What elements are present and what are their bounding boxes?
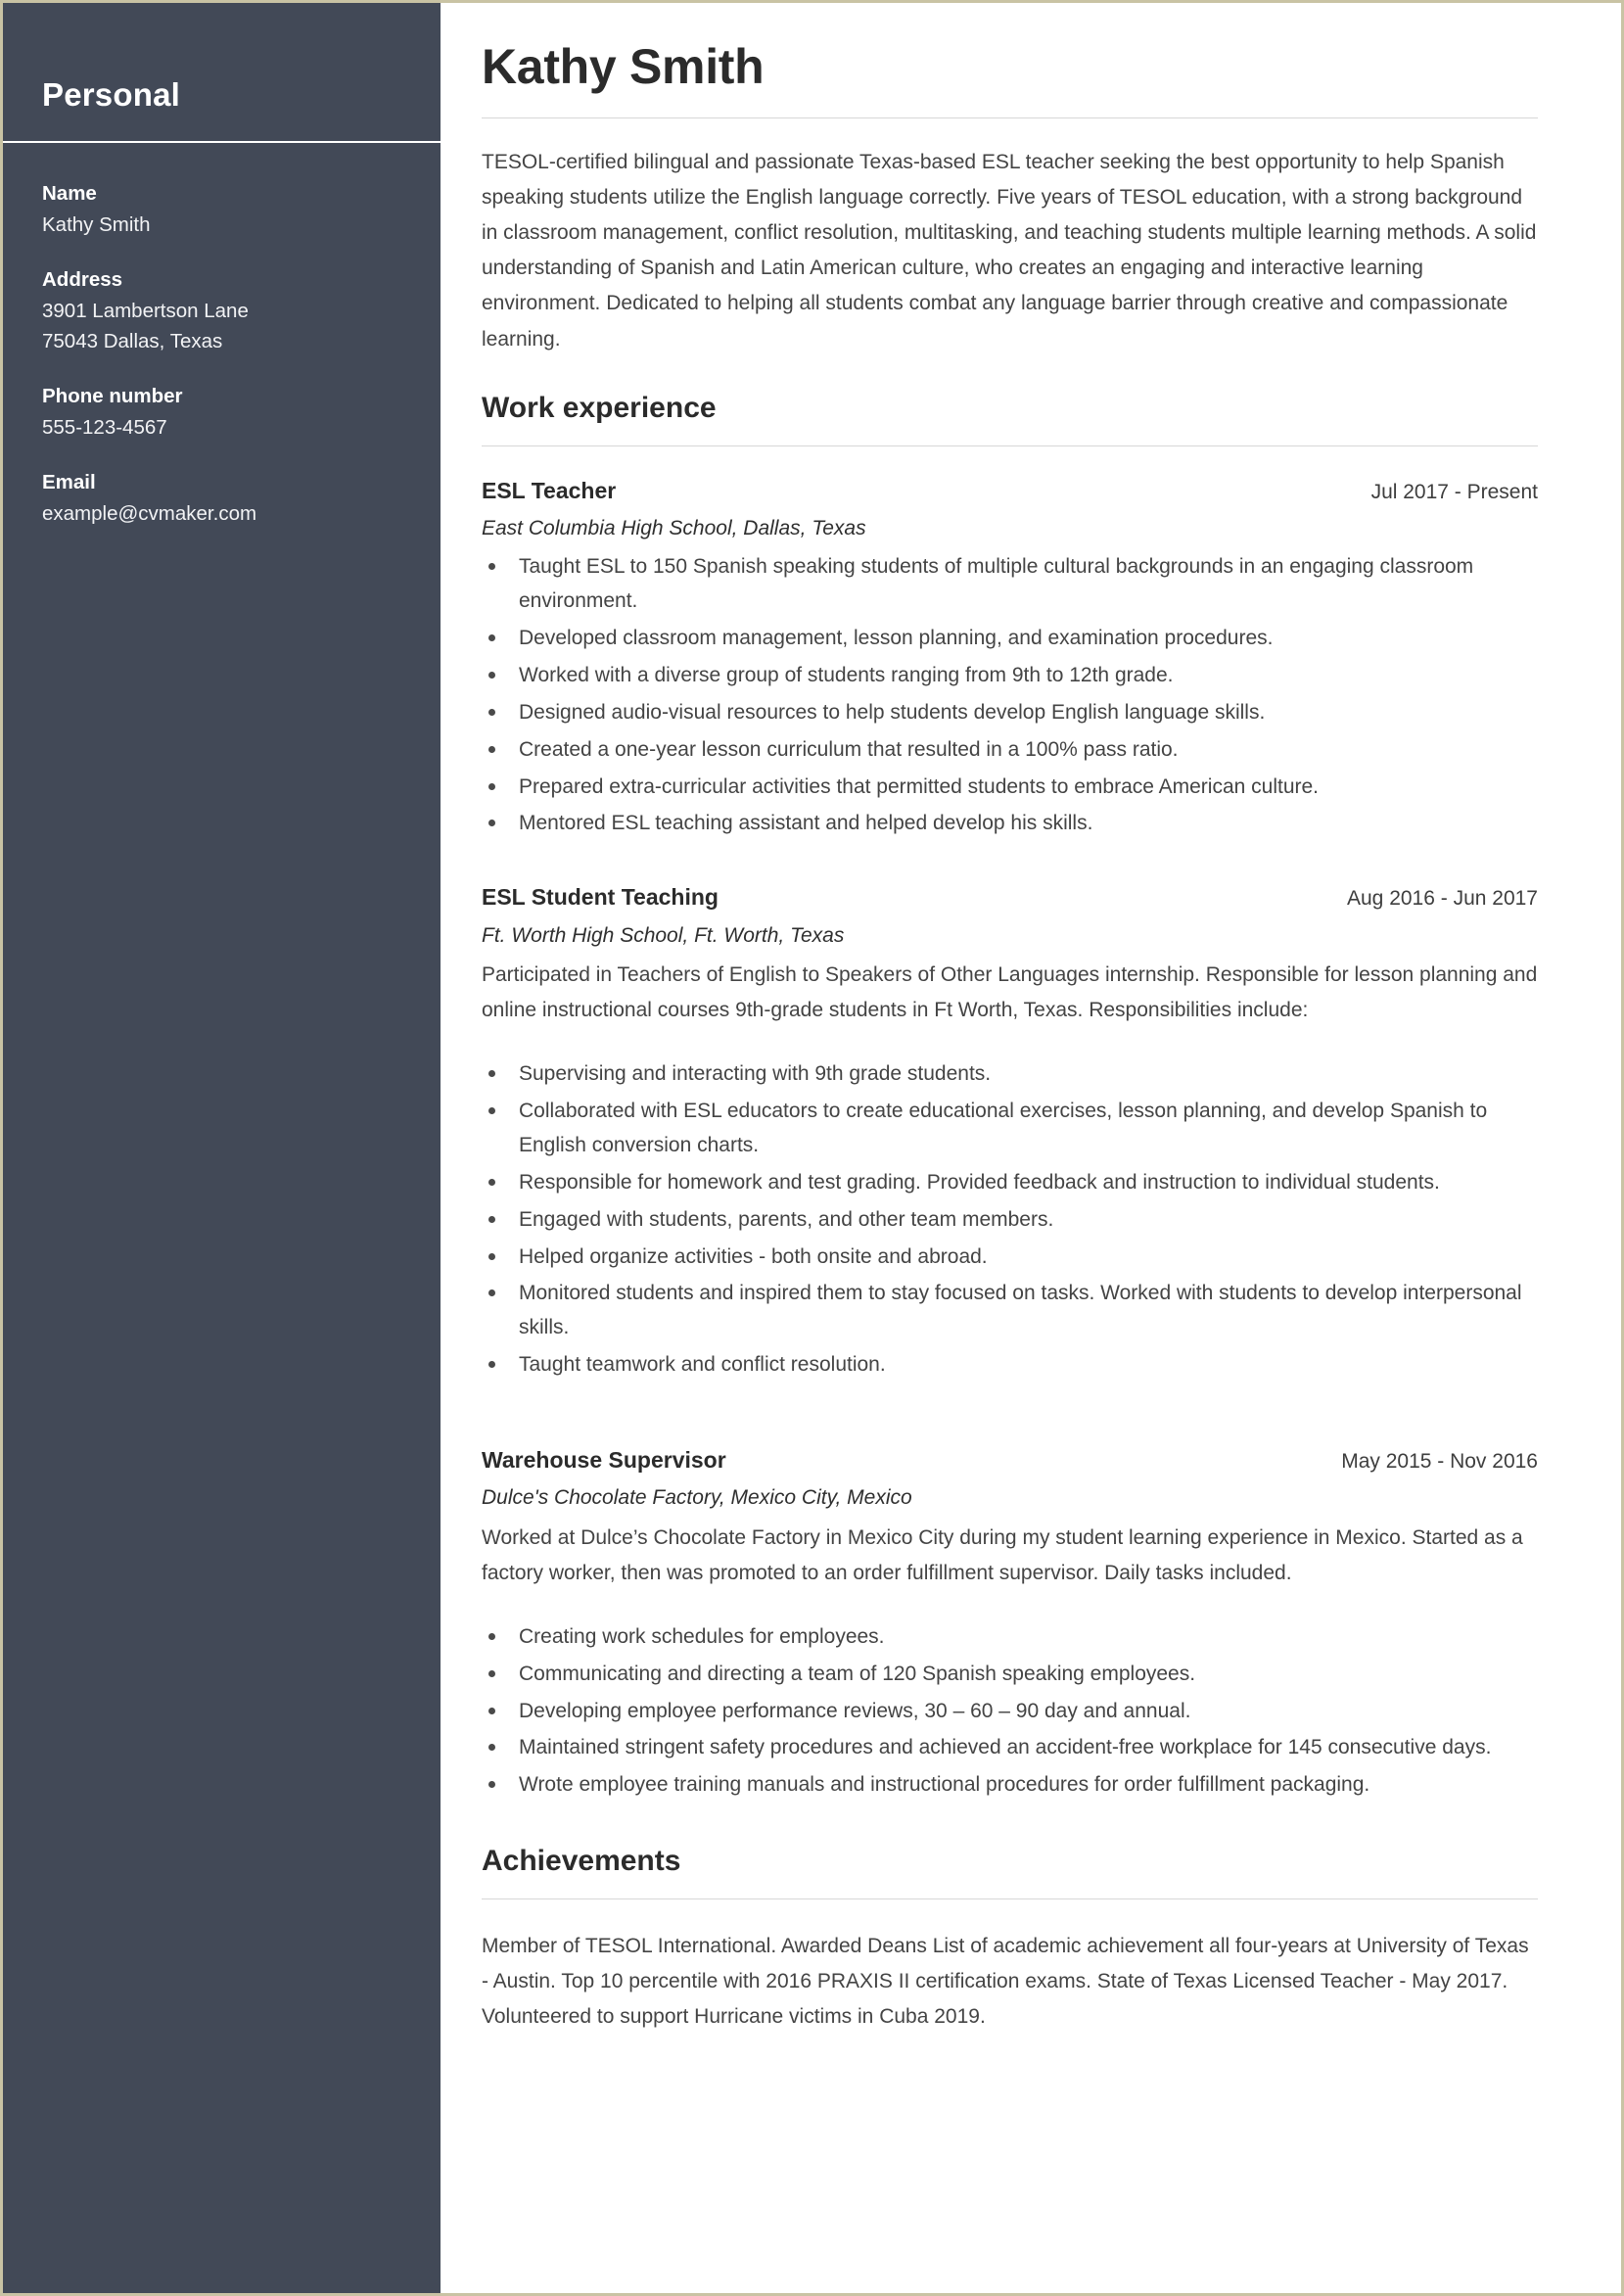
personal-field-phone: Phone number 555-123-4567 bbox=[42, 382, 401, 443]
list-item: Engaged with students, parents, and othe… bbox=[482, 1203, 1538, 1238]
personal-field-email: Email example@cvmaker.com bbox=[42, 468, 401, 529]
job-description: Worked at Dulce’s Chocolate Factory in M… bbox=[482, 1525, 1523, 1584]
resume-main-content: Kathy Smith TESOL-certified bilingual an… bbox=[441, 3, 1621, 2293]
list-item: Developed classroom management, lesson p… bbox=[482, 622, 1538, 656]
list-item: Creating work schedules for employees. bbox=[482, 1620, 1538, 1655]
list-item: Designed audio-visual resources to help … bbox=[482, 696, 1538, 730]
field-value-name: Kathy Smith bbox=[42, 212, 151, 236]
job-company: Ft. Worth High School, Ft. Worth, Texas bbox=[482, 923, 845, 947]
section-title-achievements: Achievements bbox=[482, 1845, 681, 1878]
job-dates: May 2015 - Nov 2016 bbox=[1341, 1449, 1538, 1473]
field-value-address-line2: 75043 Dallas, Texas bbox=[42, 329, 223, 352]
sidebar-title: Personal bbox=[42, 76, 180, 113]
job-header: ESL Student Teaching Aug 2016 - Jun 2017 bbox=[482, 882, 1538, 913]
field-label-email: Email bbox=[42, 470, 96, 493]
field-value-email: example@cvmaker.com bbox=[42, 501, 257, 525]
sidebar-title-divider bbox=[3, 141, 441, 143]
job-title: ESL Student Teaching bbox=[482, 884, 719, 911]
achievements-divider bbox=[482, 1898, 1538, 1900]
resume-page: Personal Name Kathy Smith Address 3901 L… bbox=[0, 0, 1624, 2296]
job-dates: Jul 2017 - Present bbox=[1370, 480, 1538, 503]
list-item: Mentored ESL teaching assistant and help… bbox=[482, 807, 1538, 841]
list-item: Prepared extra-curricular activities tha… bbox=[482, 771, 1538, 805]
job-header: Warehouse Supervisor May 2015 - Nov 2016 bbox=[482, 1445, 1538, 1476]
list-item: Responsible for homework and test gradin… bbox=[482, 1166, 1538, 1200]
achievements-text: Member of TESOL International. Awarded D… bbox=[482, 1935, 1529, 2029]
field-value-address-line1: 3901 Lambertson Lane bbox=[42, 299, 249, 322]
list-item: Supervising and interacting with 9th gra… bbox=[482, 1057, 1538, 1092]
work-experience-entry: ESL Student Teaching Aug 2016 - Jun 2017… bbox=[482, 882, 1538, 1382]
job-bullet-list: Taught ESL to 150 Spanish speaking stude… bbox=[482, 550, 1538, 841]
job-bullet-list: Creating work schedules for employees. C… bbox=[482, 1620, 1538, 1803]
job-dates: Aug 2016 - Jun 2017 bbox=[1347, 887, 1538, 911]
list-item: Created a one-year lesson curriculum tha… bbox=[482, 733, 1538, 768]
personal-field-name: Name Kathy Smith bbox=[42, 179, 401, 240]
field-value-phone: 555-123-4567 bbox=[42, 415, 167, 439]
list-item: Taught teamwork and conflict resolution. bbox=[482, 1348, 1538, 1382]
work-experience-entry: ESL Teacher Jul 2017 - Present East Colu… bbox=[482, 476, 1538, 842]
list-item: Monitored students and inspired them to … bbox=[482, 1277, 1538, 1345]
header-divider bbox=[482, 117, 1538, 118]
job-title: Warehouse Supervisor bbox=[482, 1446, 726, 1473]
list-item: Communicating and directing a team of 12… bbox=[482, 1658, 1538, 1692]
work-experience-entry: Warehouse Supervisor May 2015 - Nov 2016… bbox=[482, 1445, 1538, 1803]
list-item: Developing employee performance reviews,… bbox=[482, 1695, 1538, 1729]
job-company: East Columbia High School, Dallas, Texas bbox=[482, 517, 866, 539]
page-title: Kathy Smith bbox=[482, 39, 765, 94]
field-label-name: Name bbox=[42, 182, 97, 205]
personal-field-address: Address 3901 Lambertson Lane 75043 Dalla… bbox=[42, 265, 401, 356]
list-item: Taught ESL to 150 Spanish speaking stude… bbox=[482, 550, 1538, 619]
job-title: ESL Teacher bbox=[482, 477, 617, 503]
professional-summary: TESOL-certified bilingual and passionate… bbox=[482, 151, 1537, 351]
field-label-phone: Phone number bbox=[42, 384, 183, 407]
job-company: Dulce's Chocolate Factory, Mexico City, … bbox=[482, 1486, 912, 1510]
list-item: Worked with a diverse group of students … bbox=[482, 659, 1538, 693]
list-item: Wrote employee training manuals and inst… bbox=[482, 1768, 1538, 1803]
list-item: Helped organize activities - both onsite… bbox=[482, 1241, 1538, 1275]
field-label-address: Address bbox=[42, 267, 123, 291]
list-item: Maintained stringent safety procedures a… bbox=[482, 1731, 1538, 1765]
section-title-work-experience: Work experience bbox=[482, 391, 717, 424]
job-description: Participated in Teachers of English to S… bbox=[482, 963, 1538, 1022]
work-experience-divider bbox=[482, 445, 1538, 446]
job-bullet-list: Supervising and interacting with 9th gra… bbox=[482, 1057, 1538, 1382]
list-item: Collaborated with ESL educators to creat… bbox=[482, 1095, 1538, 1163]
sidebar-personal-panel: Personal Name Kathy Smith Address 3901 L… bbox=[3, 3, 441, 2293]
job-header: ESL Teacher Jul 2017 - Present bbox=[482, 476, 1538, 506]
